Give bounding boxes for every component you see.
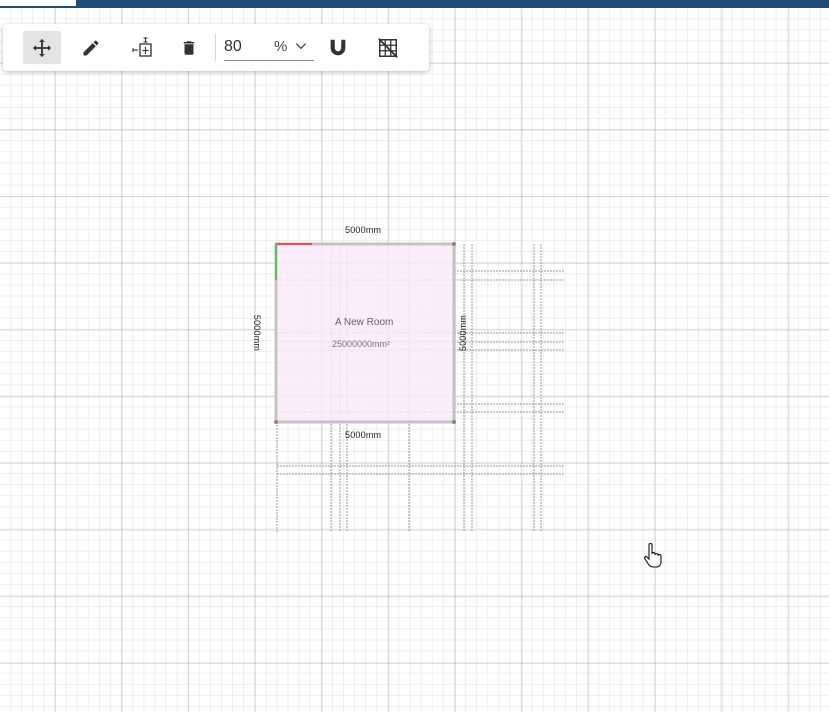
dimension-bottom-label: 5000mm bbox=[345, 430, 382, 440]
pencil-icon bbox=[83, 39, 99, 55]
room-corner-handle[interactable] bbox=[452, 420, 456, 424]
dimension-measure-icon bbox=[132, 36, 152, 57]
move-arrows-icon bbox=[32, 38, 52, 57]
room-floor[interactable] bbox=[276, 244, 454, 422]
move-tool-button[interactable] bbox=[23, 31, 61, 64]
room-layer: 5000mm 5000mm 5000mm 5000mm A New Room 2… bbox=[0, 0, 829, 712]
trash-icon bbox=[183, 40, 195, 55]
magnet-icon bbox=[330, 39, 346, 55]
draw-tool-button[interactable] bbox=[72, 31, 110, 64]
zoom-value: 80 bbox=[224, 38, 242, 55]
zoom-unit: % bbox=[274, 38, 288, 55]
room-area-label: 25000000mm² bbox=[332, 339, 391, 349]
grid-toggle-button[interactable] bbox=[369, 31, 407, 64]
zoom-select[interactable]: 80 % bbox=[224, 36, 314, 61]
room-corner-handle[interactable] bbox=[274, 420, 278, 424]
editor-toolbar: 80 % bbox=[3, 24, 429, 71]
floor-planner-app: 80 % 5000mm 5000mm 5000mm 5000mm A New R… bbox=[0, 0, 829, 712]
room-drawing bbox=[274, 242, 565, 532]
room-name-label[interactable]: A New Room bbox=[335, 317, 393, 328]
toolbar-separator bbox=[215, 34, 216, 61]
chevron-down-icon bbox=[295, 43, 307, 50]
measure-tool-button[interactable] bbox=[123, 31, 161, 64]
room-corner-handle[interactable] bbox=[452, 242, 456, 246]
dimension-top-label: 5000mm bbox=[345, 225, 382, 235]
dimension-right-label: 5000mm bbox=[458, 314, 469, 352]
delete-tool-button[interactable] bbox=[170, 31, 208, 64]
snap-tool-button[interactable] bbox=[319, 31, 357, 64]
hand-pointer-cursor-icon bbox=[644, 543, 662, 568]
dimension-left-label: 5000mm bbox=[252, 314, 263, 352]
grid-off-icon bbox=[378, 37, 398, 58]
